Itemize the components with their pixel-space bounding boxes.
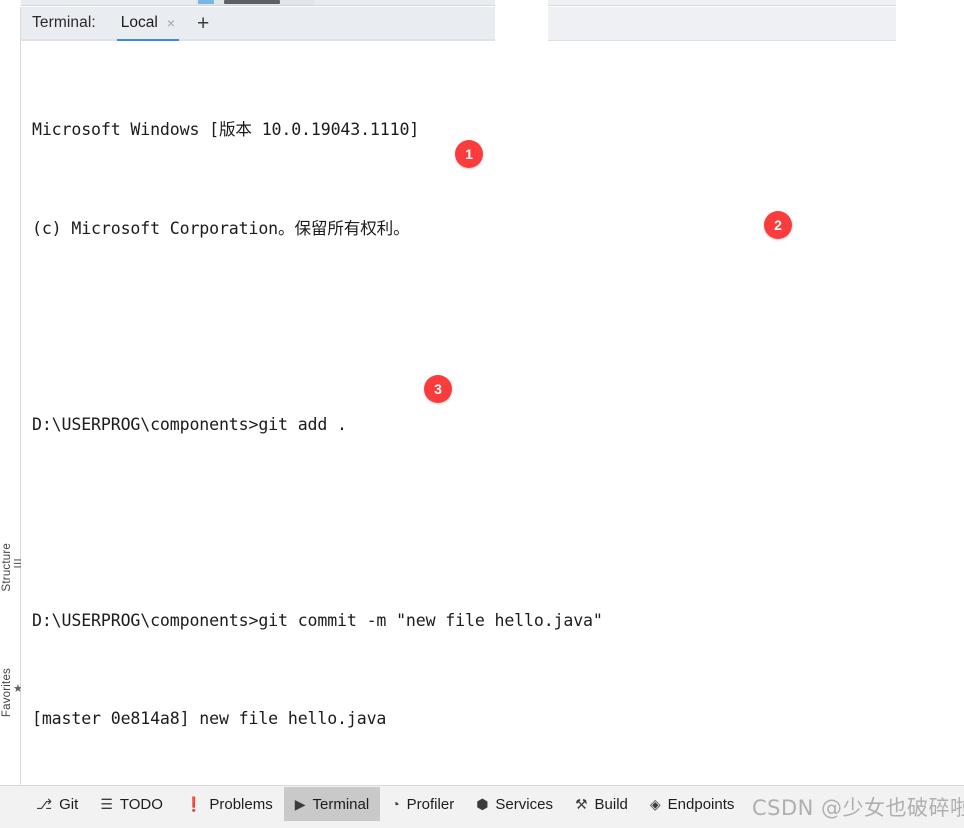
statusbar-item-services[interactable]: ⬢ Services bbox=[465, 787, 564, 821]
statusbar-left-gap bbox=[0, 786, 25, 828]
bottom-status-bar: ⎇ Git ☰ TODO ❗ Problems ▶ Terminal ◔ Pro… bbox=[0, 785, 964, 828]
add-tab-icon[interactable]: + bbox=[197, 13, 209, 34]
statusbar-item-problems[interactable]: ❗ Problems bbox=[174, 787, 284, 821]
statusbar-item-endpoints-label: Endpoints bbox=[667, 795, 735, 813]
upper-toolwindow-tab-icon bbox=[198, 0, 214, 4]
terminal-line-git-add: D:\USERPROG\components>git add . bbox=[32, 414, 347, 434]
terminal-header-filler bbox=[495, 7, 548, 41]
statusbar-item-services-label: Services bbox=[495, 795, 553, 813]
terminal-line-git-commit: D:\USERPROG\components>git commit -m "ne… bbox=[32, 610, 603, 630]
terminal-output-area[interactable]: Microsoft Windows [版本 10.0.19043.1110] (… bbox=[21, 41, 964, 785]
terminal-line: Microsoft Windows [版本 10.0.19043.1110] bbox=[32, 120, 420, 140]
terminal-line: (c) Microsoft Corporation。保留所有权利。 bbox=[32, 218, 410, 238]
sidebar-item-structure-label: Structure bbox=[1, 543, 13, 592]
statusbar-item-git-label: Git bbox=[59, 795, 79, 813]
warning-icon: ❗ bbox=[184, 796, 203, 812]
statusbar-item-todo-label: TODO bbox=[119, 795, 163, 813]
statusbar-item-endpoints[interactable]: ◈ Endpoints bbox=[639, 787, 746, 821]
terminal-icon: ▶ bbox=[294, 796, 306, 812]
terminal-title: Terminal: bbox=[32, 14, 96, 31]
endpoints-icon: ◈ bbox=[649, 796, 661, 812]
terminal-text: Microsoft Windows [版本 10.0.19043.1110] (… bbox=[32, 49, 701, 785]
step-badge-2: 2 bbox=[764, 211, 792, 239]
statusbar-item-build-label: Build bbox=[594, 795, 628, 813]
close-icon[interactable]: × bbox=[167, 16, 175, 30]
statusbar-item-terminal-label: Terminal bbox=[312, 795, 370, 813]
profiler-icon: ◔ bbox=[391, 796, 400, 812]
statusbar-item-terminal[interactable]: ▶ Terminal bbox=[283, 787, 381, 821]
terminal-tab-local[interactable]: Local × bbox=[116, 6, 180, 42]
terminal-tab-label: Local bbox=[120, 14, 158, 31]
terminal-line: [master 0e814a8] new file hello.java bbox=[32, 708, 387, 728]
terminal-header-far-strip bbox=[548, 7, 896, 41]
statusbar-item-todo[interactable]: ☰ TODO bbox=[89, 787, 174, 821]
terminal-header-bar: Terminal: Local × + bbox=[21, 6, 495, 42]
statusbar-item-profiler[interactable]: ◔ Profiler bbox=[380, 787, 465, 821]
hammer-icon: ⚒ bbox=[574, 796, 588, 812]
sidebar-item-structure[interactable]: Structure ☰ bbox=[1, 543, 23, 592]
upper-toolwindow-tab-label bbox=[224, 0, 280, 4]
step-badge-1: 1 bbox=[455, 140, 483, 168]
left-tool-strip: Structure ☰ Favorites ★ bbox=[0, 7, 23, 785]
services-icon: ⬢ bbox=[476, 796, 489, 812]
step-badge-3: 3 bbox=[424, 375, 452, 403]
list-icon: ☰ bbox=[100, 796, 113, 812]
statusbar-item-build[interactable]: ⚒ Build bbox=[564, 787, 639, 821]
sidebar-item-favorites[interactable]: Favorites ★ bbox=[1, 668, 23, 718]
sidebar-item-favorites-label: Favorites bbox=[1, 668, 13, 718]
statusbar-item-problems-label: Problems bbox=[209, 795, 273, 813]
statusbar-item-git[interactable]: ⎇ Git bbox=[25, 787, 89, 821]
statusbar-item-profiler-label: Profiler bbox=[406, 795, 455, 813]
git-branch-icon: ⎇ bbox=[36, 796, 53, 812]
upper-toolwindow-right-strip bbox=[548, 0, 896, 6]
terminal-header-far-right-filler bbox=[896, 7, 964, 41]
